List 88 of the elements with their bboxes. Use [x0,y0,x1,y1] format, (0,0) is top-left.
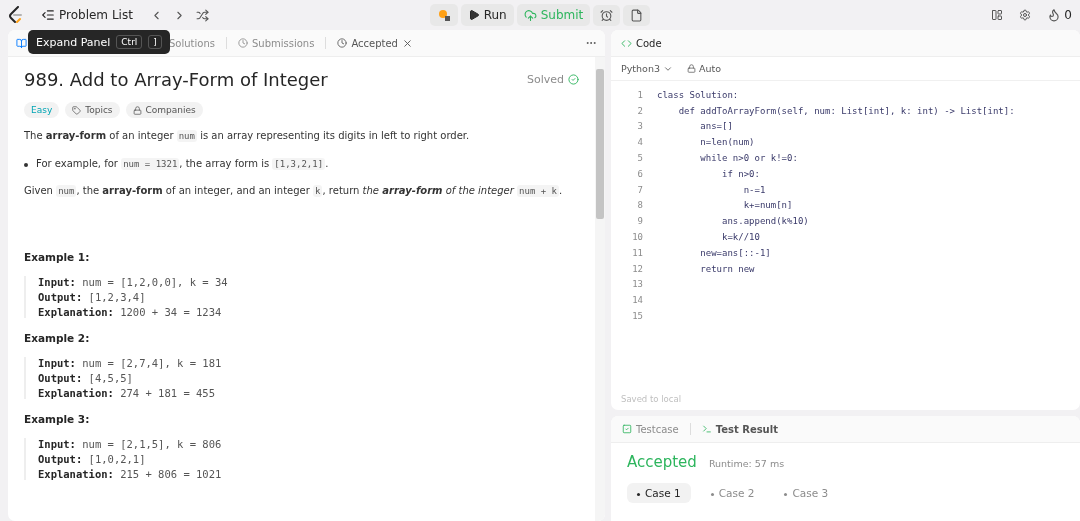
code-line: k=k//10 [721,232,760,243]
scrollbar[interactable] [595,57,605,521]
code-line: k+=num[n] [742,200,793,211]
layout-icon[interactable] [991,9,1004,21]
line-number: 8 [636,200,644,211]
line-number: 6 [636,168,644,179]
code-line: class Solution: [657,89,739,100]
example-line: Input: num = [1,2,0,0], k = 34 [38,275,229,288]
clock-icon [237,38,248,48]
tag-icon [72,105,82,115]
runtime-text: Runtime: 57 ms [708,458,785,469]
example-line: Output: [1,2,3,4] [38,290,147,303]
close-icon[interactable] [401,37,413,49]
line-number: 15 [631,311,644,322]
example-line: Input: num = [2,7,4], k = 181 [38,356,223,369]
line-number: 7 [636,184,644,195]
line-number: 11 [631,247,644,258]
check-icon [568,74,579,85]
line-number: 9 [636,216,644,227]
case-tab[interactable]: Case 1 [627,483,691,503]
case-tab[interactable]: Case 3 [774,483,839,503]
streak-count: 0 [1064,8,1072,22]
topic-chip[interactable]: Companies [125,102,203,118]
example-title: Example 3: [24,412,91,425]
panel-tab[interactable]: Accepted [334,35,416,51]
description-text: Given num , the array-form of an integer, and an integer k , return the array-form of the integer num + k . [24,184,564,199]
problem-list-button[interactable]: Problem List [34,4,140,26]
code-line: ans.append(k%10) [721,216,809,227]
debug-button[interactable] [429,4,458,26]
code-icon [621,37,632,49]
checkbox-icon [622,424,632,434]
description-text: For example, for num = 1321 , the array form is [1,3,2,1] . [36,156,329,171]
line-number: 5 [636,153,644,164]
verdict-text: Accepted [627,453,697,471]
play-icon [467,9,480,21]
alarm-clock-icon[interactable] [593,4,621,26]
example-line: Output: [4,5,5] [38,371,134,384]
code-line: ans=[] [699,121,733,132]
example-line: Explanation: 274 + 181 = 455 [38,386,216,399]
terminal-icon [701,424,712,434]
code-line: return new [699,263,755,274]
line-number: 1 [636,89,644,100]
example-line: Output: [1,0,2,1] [38,452,147,465]
book-icon[interactable] [16,37,27,49]
example-line: Input: num = [2,1,5], k = 806 [38,437,223,450]
problem-title: 989. Add to Array-Form of Integer [24,69,328,90]
example-line: Explanation: 1200 + 34 = 1234 [38,305,223,318]
example-title: Example 1: [24,250,91,263]
example-line: Explanation: 215 + 806 = 1021 [38,467,223,480]
code-line: n-=1 [742,184,766,195]
flame-icon[interactable] [1047,8,1062,22]
editor-title: Code [636,37,662,49]
line-number: 3 [636,121,644,132]
bug-lock-icon [436,8,451,22]
cloud-upload-icon [523,8,537,22]
result-tab[interactable]: Test Result [698,421,781,437]
shortcut-key: Ctrl [116,35,143,49]
run-button[interactable]: Run [460,4,514,26]
line-number: 14 [631,295,644,306]
lock-icon [132,105,142,115]
line-number: 12 [631,263,644,274]
code-line: if n>0: [721,168,760,179]
auto-mode[interactable]: Auto [687,63,722,74]
line-number: 13 [631,279,644,290]
description-text: The array-form of an integer num is an array representing its digits in left to right order. [24,129,471,144]
notes-icon[interactable] [623,4,651,26]
code-line: new=ans[::-1] [699,247,771,258]
line-number: 10 [631,232,644,243]
lock-icon [687,64,696,73]
code-line: n=len(num) [699,137,755,148]
logo-icon[interactable] [8,6,24,24]
example-title: Example 2: [24,331,91,344]
bullet-icon [24,162,28,167]
line-number: 2 [636,105,644,116]
solved-status: Solved [526,73,579,86]
clock-icon [337,38,348,48]
line-number: 4 [636,137,644,148]
topic-chip[interactable]: Topics [65,102,120,118]
shuffle-icon[interactable] [195,8,209,22]
shortcut-key: ] [148,35,162,49]
code-line: def addToArrayForm(self, num: List[int], k: int) -> List[int]: [677,105,1015,116]
list-icon [41,8,55,22]
code-line: while n>0 or k!=0: [699,153,798,164]
tooltip-text: Expand Panel [36,35,111,49]
case-tab[interactable]: Case 2 [700,483,765,503]
language-select[interactable]: Python3 [621,63,673,74]
settings-icon[interactable] [1019,9,1032,21]
saved-status: Saved to local [620,393,682,406]
